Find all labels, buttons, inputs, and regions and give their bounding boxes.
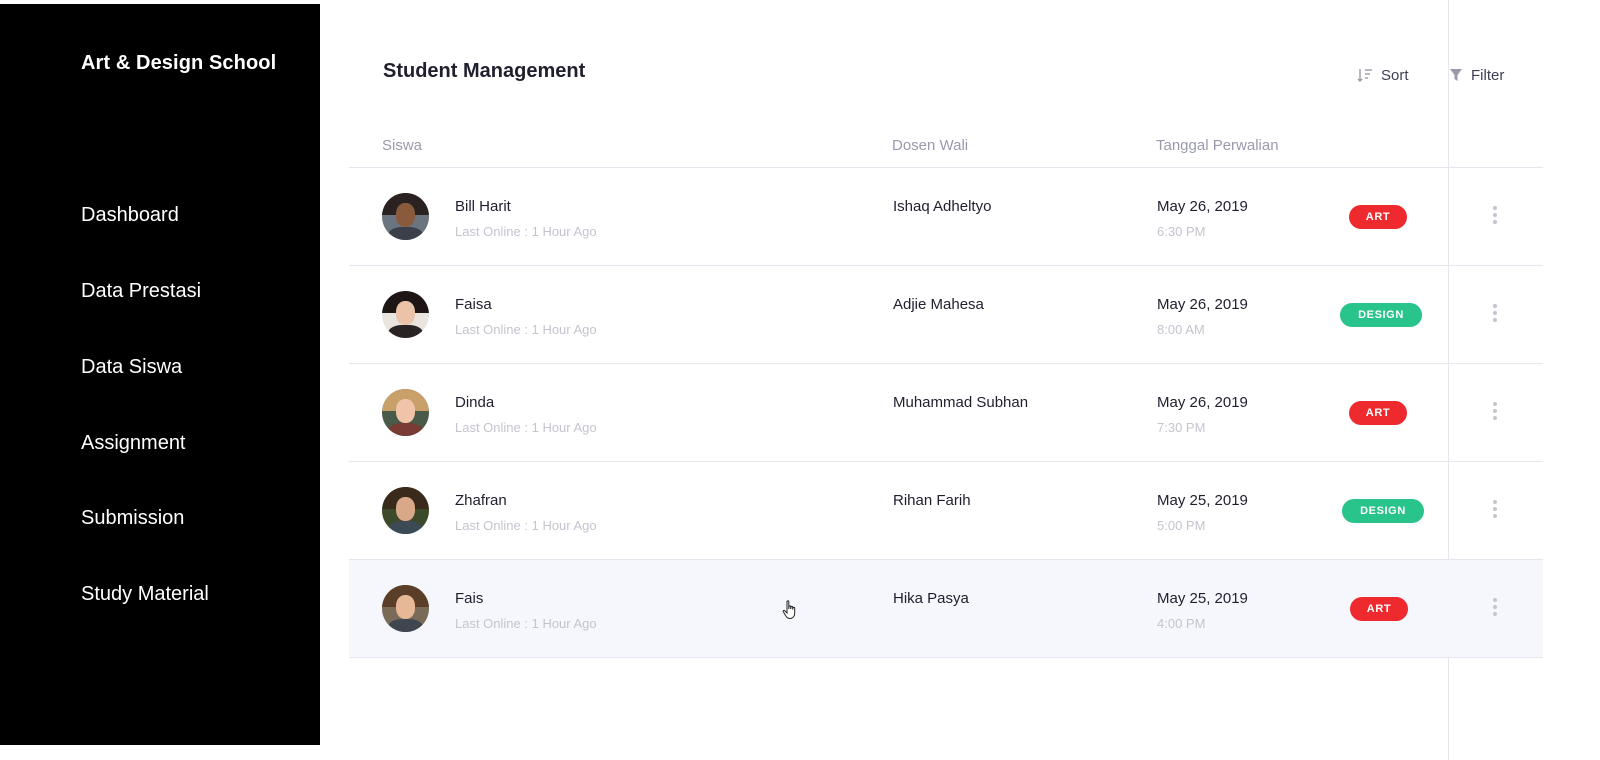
category-badge: DESIGN <box>1340 303 1422 327</box>
more-options-icon[interactable] <box>1491 598 1499 620</box>
advisor-name: Muhammad Subhan <box>893 394 1029 411</box>
last-online: Last Online : 1 Hour Ago <box>455 420 597 435</box>
category-badge: ART <box>1350 597 1408 621</box>
appointment-time: 7:30 PM <box>1157 420 1206 435</box>
appointment-date: May 26, 2019 <box>1157 394 1248 411</box>
column-header-student: Siswa <box>382 137 423 154</box>
category-badge: DESIGN <box>1342 499 1424 523</box>
sidebar-item-dashboard[interactable]: Dashboard <box>81 204 179 227</box>
last-online: Last Online : 1 Hour Ago <box>455 322 597 337</box>
table-row[interactable]: Zhafran Last Online : 1 Hour Ago Rihan F… <box>349 462 1543 560</box>
appointment-date: May 26, 2019 <box>1157 296 1248 313</box>
last-online: Last Online : 1 Hour Ago <box>455 518 597 533</box>
sort-label: Sort <box>1381 66 1409 84</box>
appointment-time: 6:30 PM <box>1157 224 1206 239</box>
more-options-icon[interactable] <box>1491 206 1499 228</box>
advisor-name: Rihan Farih <box>893 492 971 509</box>
advisor-name: Adjie Mahesa <box>893 296 984 313</box>
app-window: Art & Design School Dashboard Data Prest… <box>0 0 1600 760</box>
category-badge: ART <box>1349 205 1407 229</box>
appointment-date: May 25, 2019 <box>1157 492 1248 509</box>
brand-title: Art & Design School <box>81 52 277 74</box>
appointment-time: 8:00 AM <box>1157 322 1205 337</box>
appointment-date: May 26, 2019 <box>1157 198 1248 215</box>
last-online: Last Online : 1 Hour Ago <box>455 224 597 239</box>
student-name: Fais <box>455 590 484 607</box>
hand-cursor-icon <box>782 600 798 625</box>
sort-button[interactable]: Sort <box>1357 65 1409 85</box>
filter-button[interactable]: Filter <box>1449 65 1504 85</box>
appointment-time: 4:00 PM <box>1157 616 1206 631</box>
page-title: Student Management <box>383 60 586 82</box>
main-content: Student Management Sort Filter Siswa Dos… <box>320 0 1600 760</box>
sidebar: Art & Design School Dashboard Data Prest… <box>0 4 320 745</box>
filter-label: Filter <box>1471 66 1505 84</box>
appointment-date: May 25, 2019 <box>1157 590 1248 607</box>
more-options-icon[interactable] <box>1491 500 1499 522</box>
sidebar-item-submission[interactable]: Submission <box>81 507 184 530</box>
sidebar-item-study-material[interactable]: Study Material <box>81 583 209 606</box>
last-online: Last Online : 1 Hour Ago <box>455 616 597 631</box>
sidebar-item-data-prestasi[interactable]: Data Prestasi <box>81 280 201 303</box>
more-options-icon[interactable] <box>1491 304 1499 326</box>
more-options-icon[interactable] <box>1491 402 1499 424</box>
category-badge: ART <box>1349 401 1407 425</box>
avatar <box>382 389 429 436</box>
sidebar-item-data-siswa[interactable]: Data Siswa <box>81 356 182 379</box>
advisor-name: Hika Pasya <box>893 590 969 607</box>
avatar <box>382 585 429 632</box>
student-name: Bill Harit <box>455 198 511 215</box>
table-row[interactable]: Bill Harit Last Online : 1 Hour Ago Isha… <box>349 168 1543 266</box>
column-header-advisor: Dosen Wali <box>892 137 969 154</box>
filter-icon <box>1449 67 1463 83</box>
student-name: Faisa <box>455 296 492 313</box>
appointment-time: 5:00 PM <box>1157 518 1206 533</box>
avatar <box>382 487 429 534</box>
sidebar-item-assignment[interactable]: Assignment <box>81 432 186 455</box>
student-name: Dinda <box>455 394 495 411</box>
column-header-date: Tanggal Perwalian <box>1156 137 1279 154</box>
table-row[interactable]: Fais Last Online : 1 Hour Ago Hika Pasya… <box>349 560 1543 658</box>
advisor-name: Ishaq Adheltyo <box>893 198 992 215</box>
avatar <box>382 193 429 240</box>
table-row[interactable]: Faisa Last Online : 1 Hour Ago Adjie Mah… <box>349 266 1543 364</box>
table-row[interactable]: Dinda Last Online : 1 Hour Ago Muhammad … <box>349 364 1543 462</box>
student-name: Zhafran <box>455 492 507 509</box>
sort-icon <box>1357 67 1373 83</box>
avatar <box>382 291 429 338</box>
